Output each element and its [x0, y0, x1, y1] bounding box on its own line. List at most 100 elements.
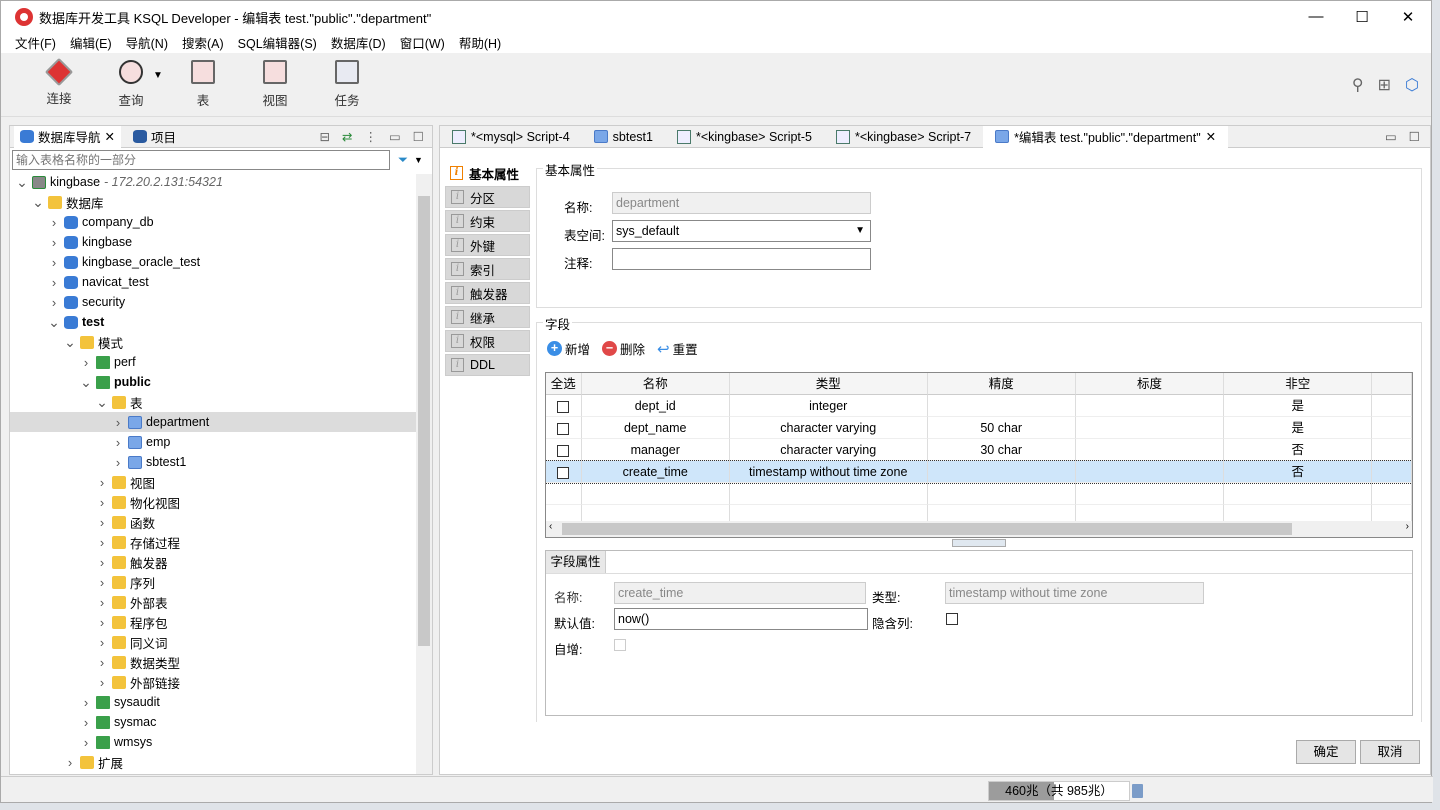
table-cell[interactable]: character varying [729, 417, 928, 439]
menu-item[interactable]: 导航(N) [126, 33, 168, 53]
tab-database-navigator[interactable]: 数据库导航 ✕ [14, 125, 121, 148]
side-tab[interactable]: i 触发器 [445, 282, 530, 304]
table-cell[interactable]: 是 [1224, 417, 1373, 439]
row-checkbox[interactable] [557, 422, 570, 435]
column-header[interactable]: 精度 [927, 373, 1076, 395]
tree-node[interactable]: › security [10, 292, 416, 312]
chevron-right-icon[interactable]: › [80, 715, 92, 730]
close-tab-icon[interactable]: ✕ [1206, 129, 1216, 144]
select-cell[interactable] [546, 439, 582, 461]
chevron-right-icon[interactable]: › [96, 675, 108, 690]
editor-tab[interactable]: *<kingbase> Script-7 [824, 126, 983, 148]
tree-node[interactable]: ⌄ kingbase - 172.20.2.131:54321 [10, 172, 416, 192]
menu-item[interactable]: 编辑(E) [70, 33, 112, 53]
tree-node[interactable]: › perf [10, 352, 416, 372]
chevron-right-icon[interactable]: › [80, 735, 92, 750]
view-menu-icon[interactable]: ⋮ [364, 129, 377, 144]
table-cell[interactable]: dept_name [581, 417, 730, 439]
editor-tab[interactable]: *<mysql> Script-4 [440, 126, 582, 148]
chevron-right-icon[interactable]: › [48, 295, 60, 310]
chevron-right-icon[interactable]: › [96, 635, 108, 650]
hidden-column-checkbox[interactable] [946, 613, 958, 625]
table-cell[interactable] [1075, 417, 1225, 439]
column-header[interactable]: 类型 [729, 373, 928, 395]
chevron-right-icon[interactable]: › [48, 275, 60, 290]
tree-node[interactable]: › emp [10, 432, 416, 452]
tree-node[interactable]: › 数据类型 [10, 652, 416, 672]
row-checkbox[interactable] [557, 400, 570, 413]
side-tab[interactable]: i 基本属性 [445, 162, 530, 184]
table-row[interactable]: dept_name character varying 50 char 是 [546, 417, 1412, 439]
menu-item[interactable]: 搜索(A) [182, 33, 224, 53]
close-tab-icon[interactable]: ✕ [105, 129, 115, 144]
tree-node[interactable]: › sysaudit [10, 692, 416, 712]
table-cell[interactable] [927, 461, 1076, 483]
tree-node[interactable]: › sysmac [10, 712, 416, 732]
tree-node[interactable]: › 外部表 [10, 592, 416, 612]
table-cell[interactable]: 50 char [927, 417, 1076, 439]
table-row[interactable]: dept_id integer 是 [546, 395, 1412, 417]
chevron-down-icon[interactable]: ⌄ [32, 194, 44, 211]
minimize-panel-icon[interactable]: ▭ [389, 129, 401, 144]
view-button[interactable]: 视图 [239, 60, 311, 109]
maximize-editor-icon[interactable]: ☐ [1409, 129, 1420, 144]
reset-fields-button[interactable]: ↩ 重置 [657, 339, 698, 358]
table-cell[interactable] [1075, 461, 1225, 483]
tree-node[interactable]: › 函数 [10, 512, 416, 532]
search-icon[interactable]: ⚲ [1352, 75, 1364, 95]
chevron-right-icon[interactable]: › [96, 555, 108, 570]
open-perspective-icon[interactable]: ⊞ [1378, 75, 1391, 95]
table-cell[interactable]: timestamp without time zone [729, 461, 928, 483]
select-cell[interactable] [546, 461, 582, 483]
maximize-button[interactable]: ☐ [1339, 8, 1385, 26]
chevron-right-icon[interactable]: › [48, 255, 60, 270]
table-cell[interactable]: 否 [1224, 461, 1373, 483]
table-button[interactable]: 表 [167, 60, 239, 109]
tree-node[interactable]: › kingbase_oracle_test [10, 252, 416, 272]
ok-button[interactable]: 确定 [1296, 740, 1356, 764]
table-cell[interactable]: create_time [581, 461, 730, 483]
column-header[interactable]: 非空 [1224, 373, 1373, 395]
tree-node[interactable]: › 序列 [10, 572, 416, 592]
auto-increment-checkbox[interactable] [614, 639, 626, 651]
chevron-right-icon[interactable]: › [96, 655, 108, 670]
table-cell[interactable]: character varying [729, 439, 928, 461]
tree-node[interactable]: › 扩展 [10, 752, 416, 772]
tree-node[interactable]: › kingbase [10, 232, 416, 252]
delete-field-button[interactable]: − 删除 [602, 339, 645, 358]
table-row[interactable]: manager character varying 30 char 否 [546, 439, 1412, 461]
chevron-down-icon[interactable]: ⌄ [48, 314, 60, 331]
table-name-field[interactable]: department [612, 192, 871, 214]
perspective-icon[interactable]: ⬡ [1405, 75, 1419, 95]
query-button[interactable]: 查询 [95, 60, 167, 109]
filter-icon[interactable]: ⏷ [398, 153, 408, 168]
tree-node[interactable]: ⌄ 数据库 [10, 192, 416, 212]
side-tab[interactable]: i 分区 [445, 186, 530, 208]
chevron-down-icon[interactable]: ⌄ [96, 394, 108, 411]
chevron-down-icon[interactable]: ⌄ [64, 334, 76, 351]
chevron-right-icon[interactable]: › [112, 415, 124, 430]
editor-tab[interactable]: *<kingbase> Script-5 [665, 126, 824, 148]
side-tab[interactable]: i 继承 [445, 306, 530, 328]
editor-tab[interactable]: sbtest1 [582, 126, 665, 148]
tree-node[interactable]: ⌄ 表 [10, 392, 416, 412]
row-checkbox[interactable] [557, 444, 570, 457]
comment-field[interactable] [612, 248, 871, 270]
tree-node[interactable]: › 物化视图 [10, 492, 416, 512]
tree-node[interactable]: › navicat_test [10, 272, 416, 292]
chevron-right-icon[interactable]: › [96, 495, 108, 510]
minimize-button[interactable]: — [1293, 8, 1339, 26]
table-cell[interactable] [1075, 439, 1225, 461]
column-header[interactable]: 标度 [1075, 373, 1225, 395]
side-tab[interactable]: i 约束 [445, 210, 530, 232]
chevron-right-icon[interactable]: › [96, 575, 108, 590]
task-button[interactable]: 任务 [311, 60, 383, 109]
filter-dropdown-icon[interactable]: ▼ [414, 155, 423, 165]
tree-node[interactable]: ⌄ test [10, 312, 416, 332]
tree-node[interactable]: ⌄ 模式 [10, 332, 416, 352]
garbage-collect-icon[interactable] [1132, 784, 1143, 798]
column-header[interactable]: 全选 [546, 373, 582, 395]
table-cell[interactable]: manager [581, 439, 730, 461]
field-type-field[interactable]: timestamp without time zone [945, 582, 1204, 604]
field-name-field[interactable]: create_time [614, 582, 866, 604]
